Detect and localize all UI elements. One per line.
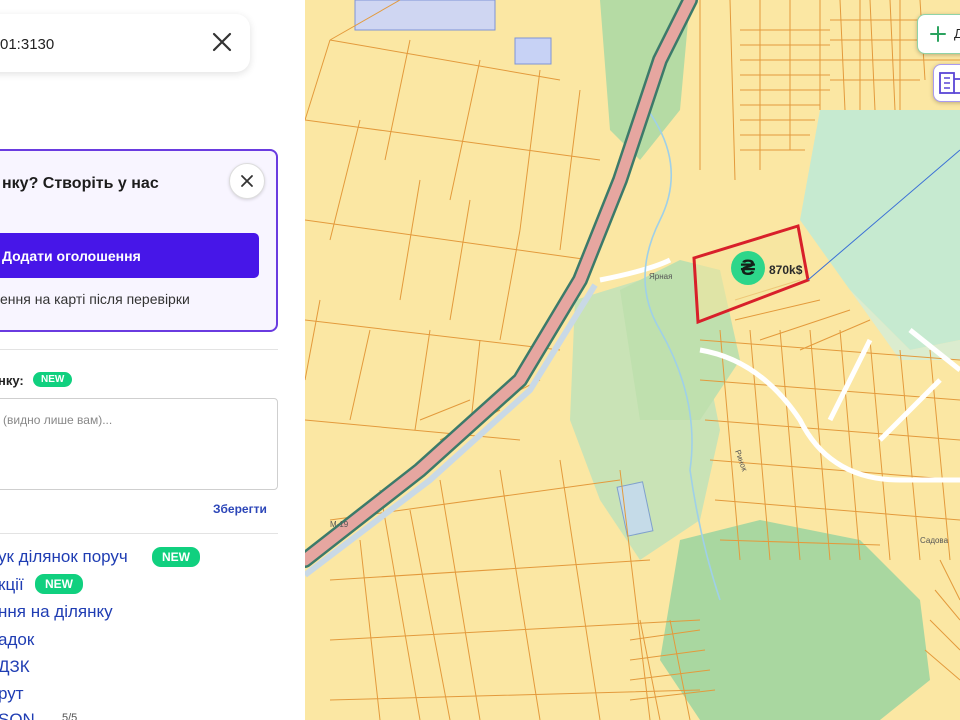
road-label: Ярная xyxy=(649,272,673,281)
add-listing-promo: нку? Створіть у нас Додати оголошення ен… xyxy=(0,149,278,332)
search-box[interactable]: 01:3130 xyxy=(0,14,250,72)
clear-search-icon[interactable] xyxy=(208,28,236,56)
link-parcel-request[interactable]: ння на ділянку xyxy=(0,602,113,622)
add-layer-button[interactable]: Д xyxy=(917,14,960,54)
add-listing-button[interactable]: Додати оголошення xyxy=(0,233,259,278)
promo-note: ення на карті після перевірки xyxy=(0,291,190,307)
promo-close-button[interactable] xyxy=(229,163,265,199)
link-extract[interactable]: адок xyxy=(0,630,34,650)
building-layer-button[interactable] xyxy=(933,64,960,102)
building-icon xyxy=(939,72,960,94)
divider xyxy=(0,349,278,350)
add-listing-button-label: Додати оголошення xyxy=(2,248,141,264)
add-button-label: Д xyxy=(954,26,960,41)
new-badge: NEW xyxy=(33,372,73,387)
note-label: нку: xyxy=(0,373,24,388)
link-route[interactable]: рут xyxy=(0,684,24,704)
road-label: Садова xyxy=(920,536,949,545)
new-badge: NEW xyxy=(35,574,83,594)
close-icon xyxy=(241,175,253,187)
private-note-textarea[interactable]: (видно лише вам)... xyxy=(0,398,278,490)
cadastral-map[interactable]: M-19 Ярная Ринок Садова xyxy=(305,0,960,720)
note-placeholder: (видно лише вам)... xyxy=(3,413,113,427)
map-canvas[interactable] xyxy=(305,0,960,720)
price-marker-label: 870k$ xyxy=(769,263,803,277)
promo-title: нку? Створіть у нас xyxy=(2,175,159,192)
search-input-value[interactable]: 01:3130 xyxy=(0,36,54,53)
link-dzk[interactable]: ДЗК xyxy=(0,657,30,677)
pager: 5/5 xyxy=(62,712,78,720)
side-panel: 01:3130 нку? Створіть у нас Додати оголо… xyxy=(0,0,305,720)
new-badge: NEW xyxy=(152,547,200,567)
price-marker-icon[interactable]: ₴ xyxy=(731,251,765,285)
link-nearby-parcels[interactable]: ук ділянок поруч xyxy=(0,547,128,567)
link-geojson[interactable]: SON xyxy=(0,710,35,720)
link-auctions[interactable]: кції xyxy=(0,575,24,595)
divider xyxy=(0,533,278,534)
save-note-button[interactable]: Зберегти xyxy=(213,502,267,516)
road-label-m19: M-19 xyxy=(330,520,349,529)
